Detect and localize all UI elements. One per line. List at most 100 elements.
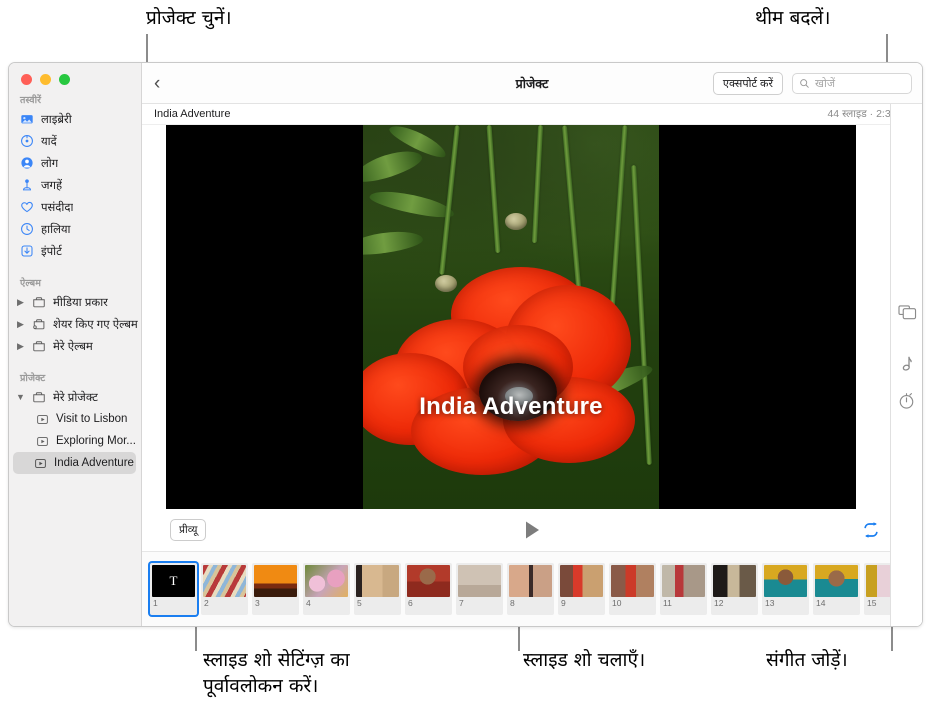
window-traffic-lights [9,63,141,85]
play-button[interactable] [521,519,543,541]
search-input[interactable]: खोजें [792,72,912,94]
sidebar-item-my-projects[interactable]: ▼ मेरे प्रोजेक्ट [9,386,141,408]
sidebar-item-people-label: लोग [41,157,59,170]
music-button[interactable] [898,356,916,374]
thumbnail-title-letter: T [169,573,178,588]
list-item[interactable]: 4 [303,563,350,615]
sidebar-item-india-adventure[interactable]: India Adventure [13,452,136,474]
sidebar-item-people[interactable]: लोग [9,152,141,174]
sidebar-item-places-label: जगहें [41,179,63,192]
sidebar-section-projects-label: प्रोजेक्ट [20,373,46,384]
photos-app-window: तस्वीरें लाइब्रेरी यादें लोग जगहें पसंदी… [8,62,923,627]
duration-button[interactable] [898,392,916,410]
theme-cards-icon [898,305,917,320]
search-icon [800,78,809,88]
places-pin-icon [20,178,34,192]
sidebar-section-photos-label: तस्वीरें [20,95,42,106]
list-item[interactable]: 6 [405,563,452,615]
sidebar-item-my-albums[interactable]: ▶ मेरे ऐल्बम [9,335,141,357]
back-chevron-icon[interactable]: ‹ [154,74,174,93]
folder-icon [32,295,46,309]
project-name: India Adventure [154,108,231,120]
memories-icon [20,134,34,148]
sidebar-item-import[interactable]: इंपोर्ट [9,240,141,262]
sidebar-item-favorites[interactable]: पसंदीदा [9,196,141,218]
sidebar-item-exploring-morocco-label: Exploring Mor... [56,435,136,447]
list-item[interactable]: 12 [711,563,758,615]
slide-photo [363,125,659,509]
list-item[interactable]: 2 [201,563,248,615]
slide-number: 11 [663,598,672,608]
sidebar: तस्वीरें लाइब्रेरी यादें लोग जगहें पसंदी… [9,63,142,626]
project-subheader: India Adventure 44 स्लाइड · 2:38मि॰ [142,104,922,125]
slide-canvas[interactable]: India Adventure [166,125,856,509]
loop-button[interactable] [862,521,880,539]
list-item[interactable]: 3 [252,563,299,615]
callout-play-slideshow: स्लाइड शो चलाएँ। [523,649,646,671]
chevron-right-icon[interactable]: ▶ [16,297,25,307]
thumbnail-image [356,565,399,597]
thumbnail-image [713,565,756,597]
list-item[interactable]: 10 [609,563,656,615]
toolbar-right-group: एक्सपोर्ट करें खोजें [712,71,912,95]
sidebar-section-albums-label: ऐल्बम [20,278,42,289]
slide-number: 13 [765,598,775,608]
callout-preview-settings: स्लाइड शो सेटिंग्ज़ का पूर्वावलोकन करें। [203,649,350,697]
theme-button[interactable] [898,304,917,322]
clock-icon [20,222,34,236]
zoom-button[interactable] [59,74,70,85]
sidebar-item-visit-to-lisbon[interactable]: Visit to Lisbon [9,408,141,430]
list-item[interactable]: 13 [762,563,809,615]
playback-controls: प्रीव्यू [142,509,922,551]
sidebar-item-exploring-morocco[interactable]: Exploring Mor... [9,430,141,452]
sidebar-item-my-projects-label: मेरे प्रोजेक्ट [53,391,98,404]
sidebar-item-shared-albums[interactable]: ▶ शेयर किए गए ऐल्बम [9,313,141,335]
list-item[interactable]: 14 [813,563,860,615]
close-button[interactable] [21,74,32,85]
list-item[interactable]: 11 [660,563,707,615]
minimize-button[interactable] [40,74,51,85]
list-item[interactable]: 9 [558,563,605,615]
inspector-rail [890,104,922,626]
toolbar: ‹ प्रोजेक्ट एक्सपोर्ट करें खोजें [142,63,922,104]
list-item[interactable]: T 1 [150,563,197,615]
thumbnail-image [305,565,348,597]
list-item[interactable]: 7 [456,563,503,615]
sidebar-item-memories[interactable]: यादें [9,130,141,152]
list-item[interactable]: 5 [354,563,401,615]
chevron-right-icon[interactable]: ▶ [16,319,25,329]
thumbnail-image [458,565,501,597]
search-placeholder: खोजें [815,77,836,90]
poppy-flower [363,267,655,477]
chevron-right-icon[interactable]: ▶ [16,341,25,351]
loop-repeat-icon [864,522,878,538]
sidebar-item-places[interactable]: जगहें [9,174,141,196]
sidebar-item-recents[interactable]: हालिया [9,218,141,240]
list-item[interactable]: 8 [507,563,554,615]
slide-filmstrip[interactable]: T 1 2 3 4 5 6 7 8 9 10 11 12 13 14 15 [142,551,922,626]
preview-button[interactable]: प्रीव्यू [170,519,207,541]
sidebar-item-my-albums-label: मेरे ऐल्बम [53,340,93,353]
thumbnail-image [815,565,858,597]
music-note-icon [902,356,912,371]
duration-timer-icon [899,393,914,409]
import-icon [20,244,34,258]
thumbnail-image [254,565,297,597]
sidebar-item-media-types-label: मीडिया प्रकार [53,296,108,309]
slide-number: 5 [357,598,362,608]
chevron-down-icon[interactable]: ▼ [16,392,25,402]
slide-number: 3 [255,598,260,608]
callout-add-music: संगीत जोड़ें। [766,649,848,671]
sidebar-item-media-types[interactable]: ▶ मीडिया प्रकार [9,291,141,313]
sidebar-item-import-label: इंपोर्ट [41,245,62,258]
thumbnail-image [509,565,552,597]
folder-icon [32,390,46,404]
sidebar-item-library[interactable]: लाइब्रेरी [9,108,141,130]
export-button[interactable]: एक्सपोर्ट करें [712,71,783,95]
play-triangle-icon [526,521,539,539]
thumbnail-image [662,565,705,597]
preview-area: India Adventure प्रीव्यू T 1 2 3 4 5 6 7… [142,125,922,626]
thumbnail-image [203,565,246,597]
shared-folder-icon [32,317,46,331]
sidebar-item-shared-albums-label: शेयर किए गए ऐल्बम [53,318,138,331]
